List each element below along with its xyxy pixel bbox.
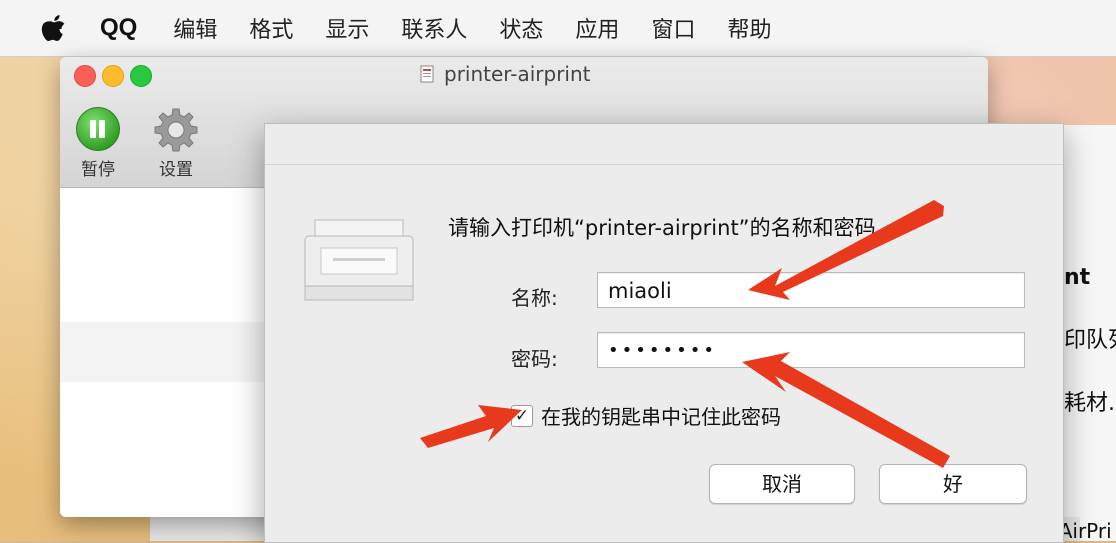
printer-icon xyxy=(304,219,414,301)
settings-button[interactable]: 设置 xyxy=(148,107,204,180)
menu-app-name[interactable]: QQ xyxy=(100,14,137,42)
menu-edit[interactable]: 编辑 xyxy=(173,12,217,44)
name-label: 名称: xyxy=(511,286,558,310)
settings-label: 设置 xyxy=(159,160,193,180)
menu-window[interactable]: 窗口 xyxy=(651,12,695,44)
password-dialog: 请输入打印机“printer-airprint”的名称和密码。 名称: miao… xyxy=(264,123,1064,543)
checkbox-checkmark-icon[interactable]: ✓ xyxy=(511,404,533,427)
password-field[interactable]: •••••••• xyxy=(597,332,1025,368)
apple-icon[interactable] xyxy=(40,13,66,43)
menu-help[interactable]: 帮助 xyxy=(727,12,771,44)
pause-button[interactable]: 暂停 xyxy=(74,107,122,180)
window-title-text: printer-airprint xyxy=(444,62,591,86)
dialog-divider xyxy=(265,164,1063,165)
background-window-title-fragment: nt xyxy=(1064,265,1091,290)
remember-password-label: 在我的钥匙串中记住此密码 xyxy=(541,405,781,429)
close-window-button[interactable] xyxy=(74,65,96,87)
pause-label: 暂停 xyxy=(81,160,115,180)
ok-button[interactable]: 好 xyxy=(879,464,1027,504)
menu-view[interactable]: 显示 xyxy=(325,12,369,44)
password-label: 密码: xyxy=(511,347,558,371)
menu-status[interactable]: 状态 xyxy=(499,12,543,44)
menu-contacts[interactable]: 联系人 xyxy=(401,12,467,44)
dialog-prompt: 请输入打印机“printer-airprint”的名称和密码。 xyxy=(448,216,897,240)
menu-bar: QQ 编辑 格式 显示 联系人 状态 应用 窗口 帮助 xyxy=(0,0,1116,57)
menu-apps[interactable]: 应用 xyxy=(575,12,619,44)
printer-document-icon xyxy=(420,65,434,83)
background-window-supplies-fragment: 耗材. xyxy=(1064,391,1115,416)
remember-password-checkbox[interactable]: ✓ 在我的钥匙串中记住此密码 xyxy=(511,401,781,430)
menu-format[interactable]: 格式 xyxy=(249,12,293,44)
cancel-button[interactable]: 取消 xyxy=(709,464,855,504)
list-stripe xyxy=(60,322,265,382)
gear-icon xyxy=(154,108,198,152)
background-window-queue-fragment: 印队列 xyxy=(1064,328,1116,353)
zoom-window-button[interactable] xyxy=(130,65,152,87)
pause-icon xyxy=(76,107,120,151)
minimize-window-button[interactable] xyxy=(102,65,124,87)
window-title: printer-airprint xyxy=(420,62,590,86)
name-field[interactable]: miaoli xyxy=(597,272,1025,308)
